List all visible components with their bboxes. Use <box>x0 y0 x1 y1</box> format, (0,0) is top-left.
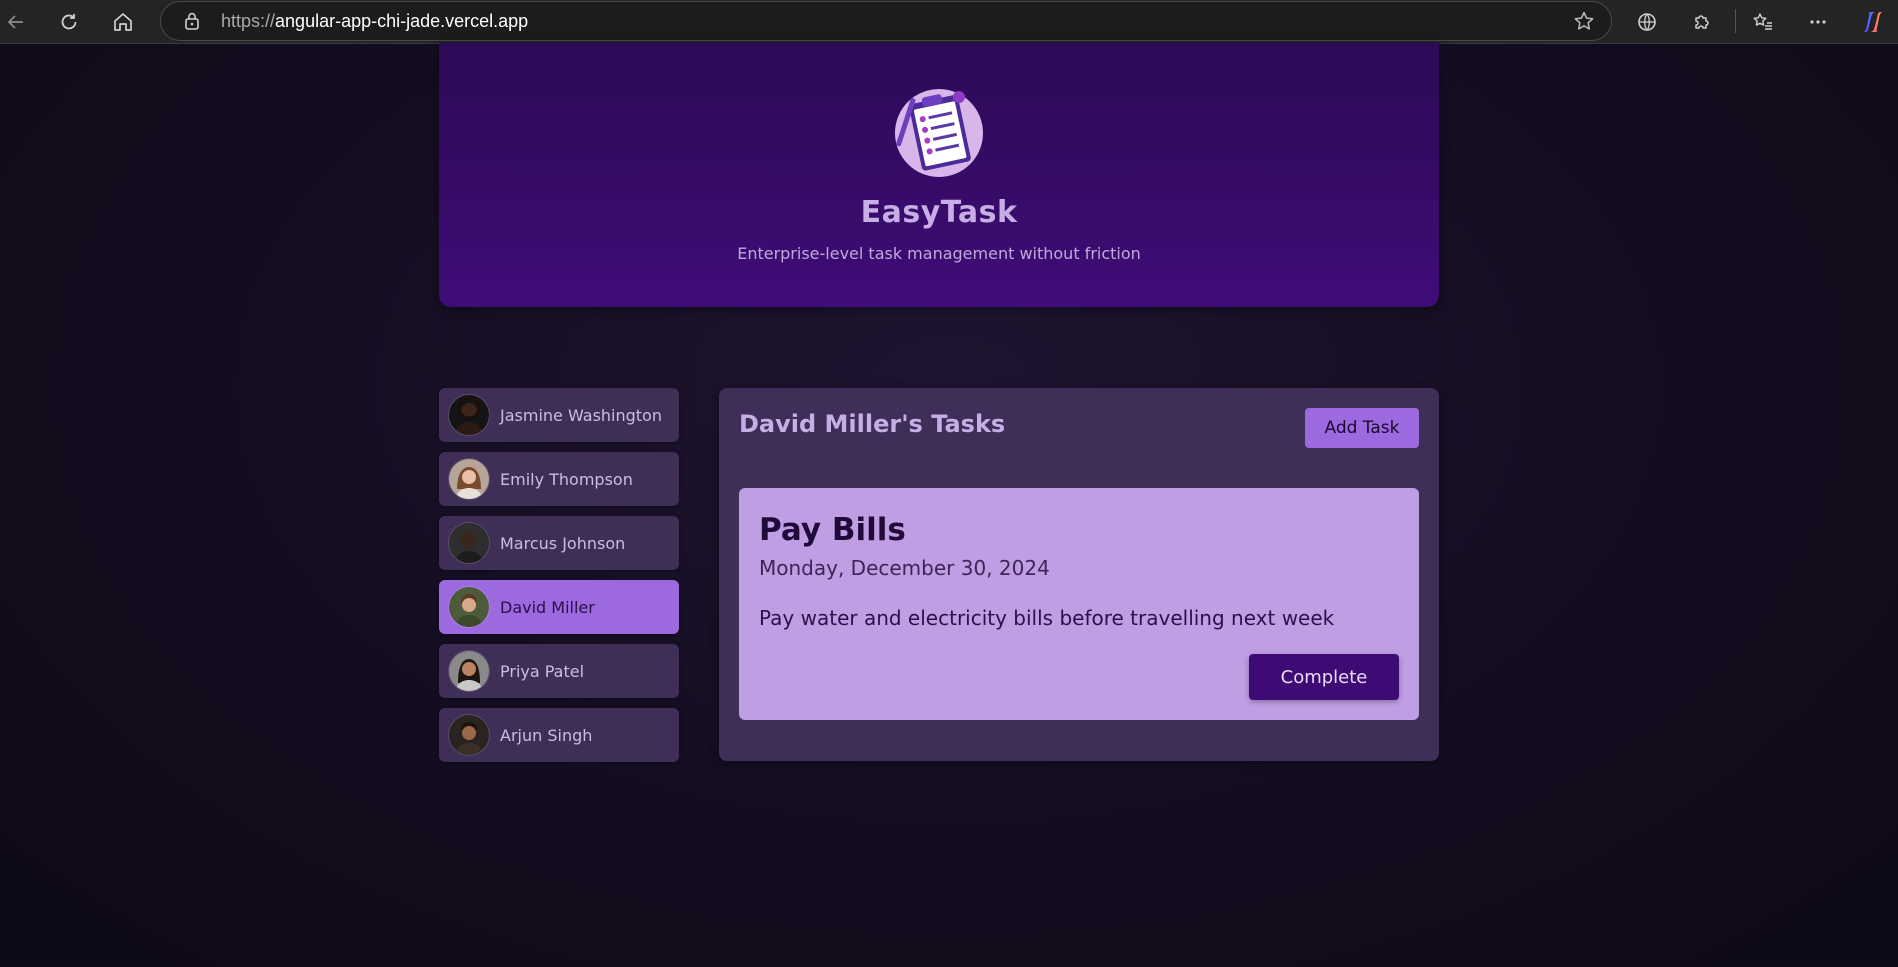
globe-icon[interactable] <box>1631 6 1663 38</box>
favorites-list-icon[interactable] <box>1747 6 1779 38</box>
avatar <box>448 586 490 628</box>
user-item-emily-thompson[interactable]: Emily Thompson <box>439 452 679 506</box>
avatar <box>448 714 490 756</box>
url-text: https://angular-app-chi-jade.vercel.app <box>221 11 529 31</box>
user-name: Emily Thompson <box>500 469 633 489</box>
avatar <box>448 650 490 692</box>
browser-toolbar: https://angular-app-chi-jade.vercel.app <box>0 0 1898 44</box>
user-name: Marcus Johnson <box>500 533 626 553</box>
address-bar[interactable]: https://angular-app-chi-jade.vercel.app <box>160 1 1612 41</box>
add-task-button[interactable]: Add Task <box>1305 408 1419 448</box>
avatar <box>448 522 490 564</box>
user-item-priya-patel[interactable]: Priya Patel <box>439 644 679 698</box>
back-icon[interactable] <box>0 6 32 38</box>
user-item-david-miller[interactable]: David Miller <box>439 580 679 634</box>
task-summary: Pay water and electricity bills before t… <box>759 606 1335 630</box>
task-title: Pay Bills <box>759 512 906 548</box>
user-item-jasmine-washington[interactable]: Jasmine Washington <box>439 388 679 442</box>
app-tagline: Enterprise-level task management without… <box>737 244 1141 263</box>
app-header: EasyTask Enterprise-level task managemen… <box>439 43 1439 307</box>
reload-icon[interactable] <box>53 6 85 38</box>
complete-button[interactable]: Complete <box>1249 654 1399 700</box>
user-item-marcus-johnson[interactable]: Marcus Johnson <box>439 516 679 570</box>
avatar <box>448 394 490 436</box>
avatar <box>448 458 490 500</box>
user-name: Priya Patel <box>500 661 585 681</box>
toolbar-divider <box>1735 9 1736 33</box>
copilot-icon[interactable] <box>1857 6 1889 38</box>
app-title: EasyTask <box>860 195 1018 230</box>
user-name: Jasmine Washington <box>500 405 662 425</box>
tasks-panel: David Miller's Tasks Add Task Pay Bills … <box>719 388 1439 761</box>
favorite-star-icon[interactable] <box>1573 10 1595 36</box>
clipboard-logo-icon <box>893 83 985 179</box>
home-icon[interactable] <box>107 6 139 38</box>
user-item-arjun-singh[interactable]: Arjun Singh <box>439 708 679 762</box>
tasks-heading: David Miller's Tasks <box>739 410 1006 438</box>
user-name: David Miller <box>500 597 595 617</box>
lock-icon <box>183 11 201 35</box>
extensions-icon[interactable] <box>1686 6 1718 38</box>
more-options-icon[interactable] <box>1802 6 1834 38</box>
task-due-date: Monday, December 30, 2024 <box>759 556 1050 580</box>
task-card: Pay Bills Monday, December 30, 2024 Pay … <box>739 488 1419 720</box>
user-name: Arjun Singh <box>500 725 593 745</box>
